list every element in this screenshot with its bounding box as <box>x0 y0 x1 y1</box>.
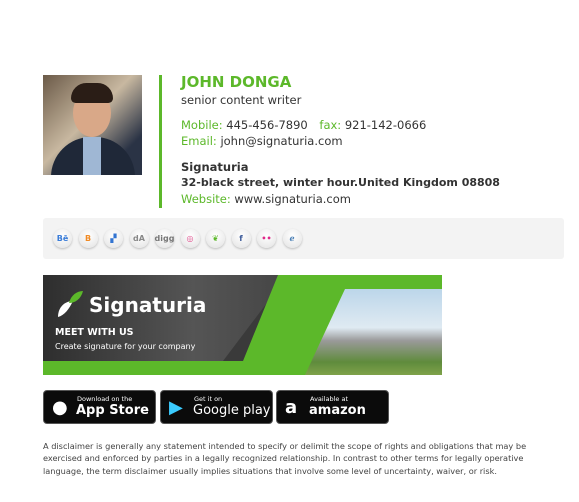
fax-value: 921-142-0666 <box>344 118 427 132</box>
store-small-text: Download on the <box>77 395 133 403</box>
email-line: Email: john@signaturia.com <box>181 134 343 148</box>
signaturia-logo-icon <box>58 291 83 317</box>
forrst-icon[interactable]: ℯ <box>282 229 302 248</box>
evernote-icon[interactable]: ❦ <box>206 229 225 248</box>
email-link[interactable]: john@signaturia.com <box>220 134 342 148</box>
google-play-icon: ▶ <box>169 397 183 418</box>
company-name: Signaturia <box>181 160 249 174</box>
digg-icon[interactable]: digg <box>155 229 174 248</box>
website-link[interactable]: www.signaturia.com <box>234 192 351 206</box>
banner-logo-text: Signaturia <box>89 293 207 317</box>
social-bar: Bē B ▞ dA digg ◎ ❦ f •• ℯ <box>43 218 564 259</box>
disclaimer-text: A disclaimer is generally any statement … <box>43 441 527 476</box>
amazon-icon: a <box>285 397 298 418</box>
divider <box>159 75 162 208</box>
google-play-button[interactable]: ▶ Get it on Google play <box>160 390 273 424</box>
phone-line: Mobile: 445-456-7890 fax: 921-142-0666 <box>181 118 426 132</box>
store-big-text: App Store <box>76 403 149 418</box>
flickr-icon[interactable]: •• <box>257 229 276 248</box>
blogger-icon[interactable]: B <box>78 229 98 248</box>
behance-icon[interactable]: Bē <box>53 229 72 248</box>
email-label: Email: <box>181 134 217 148</box>
app-store-button[interactable]: ● Download on the App Store <box>43 390 156 424</box>
store-small-text: Available at <box>310 395 349 403</box>
store-big-text: amazon <box>309 403 366 418</box>
store-small-text: Get it on <box>194 395 223 403</box>
deviantart-icon[interactable]: dA <box>129 229 149 248</box>
website-line: Website: www.signaturia.com <box>181 192 351 206</box>
banner-subtext: Create signature for your company <box>55 342 196 351</box>
profile-photo <box>43 75 142 175</box>
job-title: senior content writer <box>181 93 302 107</box>
fax-label: fax: <box>319 118 342 132</box>
mobile-value[interactable]: 445-456-7890 <box>226 118 307 132</box>
contact-name: JOHN DONGA <box>181 73 292 91</box>
promo-banner[interactable]: Signaturia MEET WITH US Create signature… <box>43 275 442 375</box>
company-address: 32-black street, winter hour.United King… <box>181 176 500 189</box>
website-label: Website: <box>181 192 231 206</box>
store-big-text: Google play <box>193 403 271 418</box>
delicious-icon[interactable]: ▞ <box>104 229 123 248</box>
banner-heading: MEET WITH US <box>55 327 134 338</box>
facebook-icon[interactable]: f <box>231 229 251 248</box>
mobile-label: Mobile: <box>181 118 223 132</box>
apple-icon: ● <box>52 397 68 418</box>
amazon-button[interactable]: a Available at amazon <box>276 390 389 424</box>
dribbble-icon[interactable]: ◎ <box>180 229 200 248</box>
